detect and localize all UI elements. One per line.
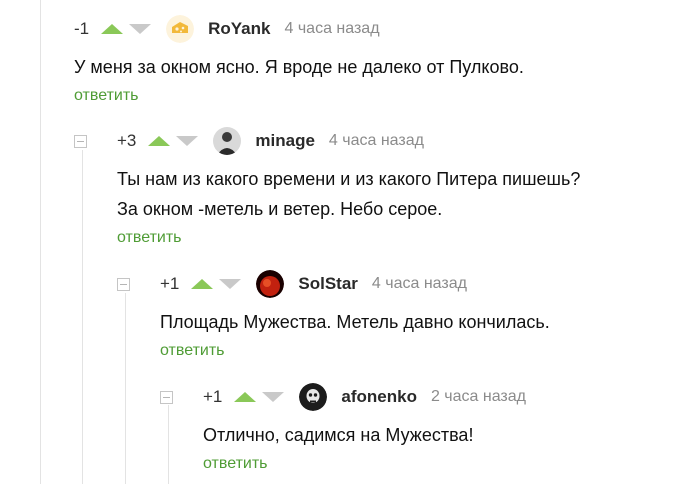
thread-line [40,0,41,484]
comment-time: 4 часа назад [328,132,424,149]
red-planet-avatar-icon [256,270,285,298]
vote-up-icon[interactable] [191,279,214,289]
comment-author[interactable]: afonenko [341,387,417,407]
person-avatar-icon [213,127,242,155]
avatar[interactable] [166,15,195,43]
vote-down-icon[interactable] [129,24,152,34]
collapse-icon[interactable] [74,134,87,148]
comment-header: +3 minage 4 часа назад [74,127,580,155]
vote-down-icon[interactable] [176,136,199,146]
reply-link[interactable]: ответить [203,455,268,473]
skull-avatar-icon [299,383,328,411]
avatar[interactable] [256,270,285,298]
comment: +1 afonenko 2 часа назад Отлично, садимс… [160,383,526,473]
avatar[interactable] [299,383,328,411]
comment-author[interactable]: RoYank [208,19,270,39]
comment-rating: -1 [74,19,90,38]
comment-time: 4 часа назад [284,20,380,37]
reply-link[interactable]: ответить [160,342,225,360]
comment-line: За окном -метель и ветер. Небо серое. [117,199,443,219]
comment: +3 minage 4 часа назад Ты нам из какого … [74,127,580,247]
comment-rating: +1 [203,387,223,406]
comment: +1 SolStar 4 часа назад Площадь Мужества… [117,270,550,360]
comment: -1 RoYank 4 часа назад У меня за окном я… [74,15,524,105]
comment-line: Ты нам из какого времени и из какого Пит… [117,169,581,189]
comment-time: 4 часа назад [371,275,467,292]
vote-up-icon[interactable] [101,24,124,34]
comment-text: Отлично, садимся на Мужества! [203,420,526,450]
reply-link[interactable]: ответить [74,87,139,105]
comment-author[interactable]: SolStar [298,274,358,294]
comment-line: Отлично, садимся на Мужества! [203,425,474,445]
collapse-icon[interactable] [117,277,130,291]
comment-time: 2 часа назад [430,388,526,405]
comment-rating: +1 [160,274,180,293]
comment-line: У меня за окном ясно. Я вроде не далеко … [74,57,524,77]
comment-author[interactable]: minage [255,131,315,151]
comment-text: Ты нам из какого времени и из какого Пит… [117,164,580,224]
vote-up-icon[interactable] [148,136,171,146]
vote-down-icon[interactable] [219,279,242,289]
comment-rating: +3 [117,131,137,150]
collapse-icon[interactable] [160,390,173,404]
vote-down-icon[interactable] [262,392,285,402]
comment-text: У меня за окном ясно. Я вроде не далеко … [74,52,524,82]
comment-header: +1 SolStar 4 часа назад [117,270,550,298]
vote-up-icon[interactable] [234,392,257,402]
comment-line: Площадь Мужества. Метель давно кончилась… [160,312,550,332]
comment-header: +1 afonenko 2 часа назад [160,383,526,411]
avatar[interactable] [213,127,242,155]
comment-header: -1 RoYank 4 часа назад [74,15,524,43]
cheese-avatar-icon [166,15,195,43]
comment-text: Площадь Мужества. Метель давно кончилась… [160,307,550,337]
reply-link[interactable]: ответить [117,229,182,247]
